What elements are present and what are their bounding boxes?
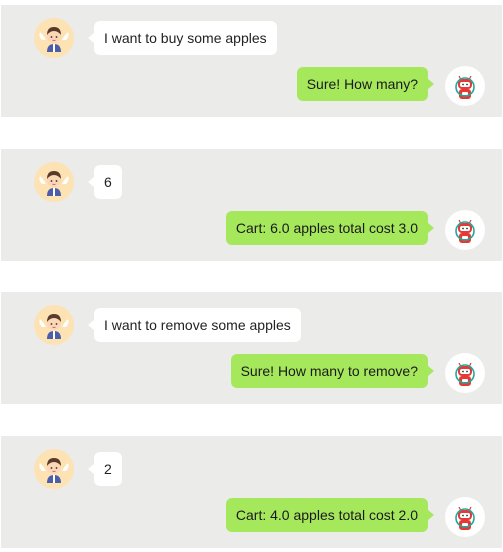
chat-exchange-2: 6 Cart: 6.0 apples total cost 3.0 (1, 149, 502, 261)
bot-message-row: Sure! How many to remove? (1, 353, 502, 393)
bot-message-row: Sure! How many? (1, 66, 502, 106)
chat-exchange-1: I want to buy some apples Sure! How many… (1, 5, 502, 117)
bot-message-bubble: Cart: 6.0 apples total cost 3.0 (225, 211, 435, 245)
robot-avatar-icon (445, 497, 485, 537)
robot-avatar-icon (445, 66, 485, 106)
boy-avatar-icon (34, 449, 74, 489)
bot-message-bubble: Sure! How many? (296, 67, 435, 101)
user-message-bubble: 2 (88, 452, 122, 486)
user-message-bubble: 6 (88, 165, 122, 199)
bot-message-row: Cart: 4.0 apples total cost 2.0 (1, 497, 502, 537)
bot-message-row: Cart: 6.0 apples total cost 3.0 (1, 210, 502, 250)
user-message-row: I want to remove some apples (1, 305, 502, 345)
user-message-row: I want to buy some apples (1, 18, 502, 58)
user-message-bubble: I want to remove some apples (88, 308, 301, 342)
robot-avatar-icon (445, 210, 485, 250)
chat-exchange-3: I want to remove some apples Sure! How m… (1, 292, 502, 404)
bot-message-bubble: Sure! How many to remove? (230, 354, 435, 388)
user-message-bubble: I want to buy some apples (88, 21, 277, 55)
bot-message-bubble: Cart: 4.0 apples total cost 2.0 (225, 498, 435, 532)
boy-avatar-icon (34, 18, 74, 58)
boy-avatar-icon (34, 305, 74, 345)
boy-avatar-icon (34, 162, 74, 202)
user-message-row: 2 (1, 449, 502, 489)
user-message-row: 6 (1, 162, 502, 202)
robot-avatar-icon (445, 353, 485, 393)
chat-exchange-4: 2 Cart: 4.0 apples total cost 2.0 (1, 436, 502, 548)
